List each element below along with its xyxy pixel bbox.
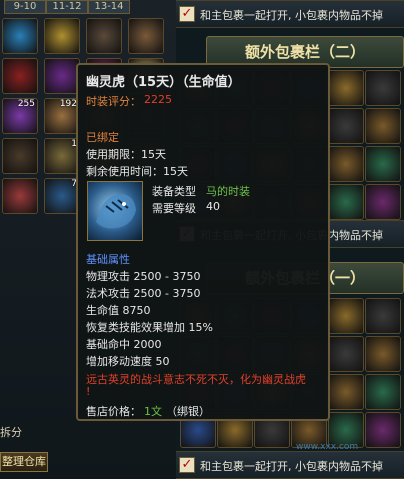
score-value: 2225 — [144, 93, 172, 106]
inventory-slot-dark-item[interactable] — [2, 138, 38, 174]
extra-bag-slot[interactable] — [328, 146, 364, 182]
price-value: 1文 — [144, 405, 162, 418]
extra-bag-slot[interactable] — [328, 108, 364, 144]
attr-line: 增加移动速度 50 — [86, 355, 170, 368]
level-value: 40 — [206, 200, 220, 213]
attr-line: 物理攻击 2500 - 3750 — [86, 270, 201, 283]
inventory-slot-blue-tiger-mount[interactable] — [2, 18, 38, 54]
equip-type-value: 马的时装 — [206, 185, 250, 198]
top-notice-bar: ✓ 和主包裹一起打开, 小包裹内物品不掉 — [176, 0, 404, 28]
extra-bag-slot[interactable] — [365, 298, 401, 334]
inventory-slot-red-seal-item[interactable] — [2, 178, 38, 214]
extra-bag-slot[interactable] — [328, 336, 364, 372]
tooltip-title: 幽灵虎（15天）（生命值） — [86, 75, 241, 90]
split-label[interactable]: 拆分 — [0, 424, 22, 440]
equip-type-label: 装备类型 — [152, 185, 196, 198]
inventory-slot-beast-mount[interactable] — [128, 18, 164, 54]
score-label: 时装评分： — [86, 95, 141, 108]
extra-bag-slot[interactable] — [365, 184, 401, 220]
extra-bag-slot[interactable] — [365, 108, 401, 144]
attr-line: 恢复类技能效果增加 15% — [86, 321, 213, 334]
level-label: 需要等级 — [152, 202, 196, 215]
attr-line: 生命值 8750 — [86, 304, 151, 317]
slot-count: 192 — [59, 99, 77, 109]
flavor-text-end: ! — [86, 385, 91, 398]
bottom-notice-bar: ✓ 和主包裹一起打开, 小包裹内物品不掉 — [176, 451, 404, 479]
bound-status: 已绑定 — [86, 131, 119, 144]
price-suffix: （绑银） — [166, 405, 210, 418]
price-label: 售店价格： — [86, 405, 141, 418]
inventory-slot-box-item[interactable]: 192 — [44, 98, 80, 134]
extra-bag-slot[interactable] — [328, 298, 364, 334]
bottom-notice-text: 和主包裹一起打开, 小包裹内物品不掉 — [200, 460, 383, 473]
watermark: www.xxx.com — [296, 442, 359, 452]
tiger-item-icon — [87, 181, 143, 241]
inventory-slot-gold-mount[interactable] — [44, 18, 80, 54]
slot-count: 255 — [17, 99, 35, 109]
attr-line: 基础命中 2000 — [86, 338, 162, 351]
extra-bag-slot[interactable] — [328, 70, 364, 106]
top-notice-text: 和主包裹一起打开, 小包裹内物品不掉 — [200, 9, 383, 22]
bag-tab-1[interactable]: 11-12 — [46, 0, 88, 14]
usage-limit: 使用期限：15天 — [86, 148, 166, 161]
flavor-text: 远古英灵的战斗意志不死不灭，化为幽灵战虎 — [86, 373, 306, 386]
attr-line: 法术攻击 2500 - 3750 — [86, 287, 201, 300]
extra-bag-slot[interactable] — [365, 374, 401, 410]
inventory-slot-orb-item[interactable]: 7 — [44, 178, 80, 214]
inventory-slot-red-mount[interactable] — [2, 58, 38, 94]
bag-tab-0[interactable]: 9-10 — [4, 0, 46, 14]
auto-open-checkbox-bottom[interactable]: ✓ — [179, 457, 195, 473]
attrs-title: 基础属性 — [86, 253, 130, 266]
auto-open-checkbox-top[interactable]: ✓ — [179, 6, 195, 22]
extra-bag-slot[interactable] — [328, 374, 364, 410]
inventory-slot-purple-orb[interactable] — [44, 58, 80, 94]
extra-bag-slot[interactable] — [365, 70, 401, 106]
arrange-warehouse-button[interactable]: 整理仓库 — [0, 452, 48, 472]
inventory-slot-wolf-mount[interactable] — [86, 18, 122, 54]
item-tooltip: 幽灵虎（15天）（生命值） 时装评分： 2225 已绑定 使用期限：15天 剩余… — [76, 63, 330, 421]
inventory-slot-scroll-item[interactable]: 1 — [44, 138, 80, 174]
bag-tab-2[interactable]: 13-14 — [88, 0, 130, 14]
inventory-slot-purple-orb[interactable]: 255 — [2, 98, 38, 134]
extra-bag-slot[interactable] — [365, 146, 401, 182]
extra-bag-slot[interactable] — [365, 412, 401, 448]
extra-bag-slot[interactable] — [328, 184, 364, 220]
extra-bag-slot[interactable] — [365, 336, 401, 372]
remaining-time: 剩余使用时间：15天 — [86, 165, 188, 178]
